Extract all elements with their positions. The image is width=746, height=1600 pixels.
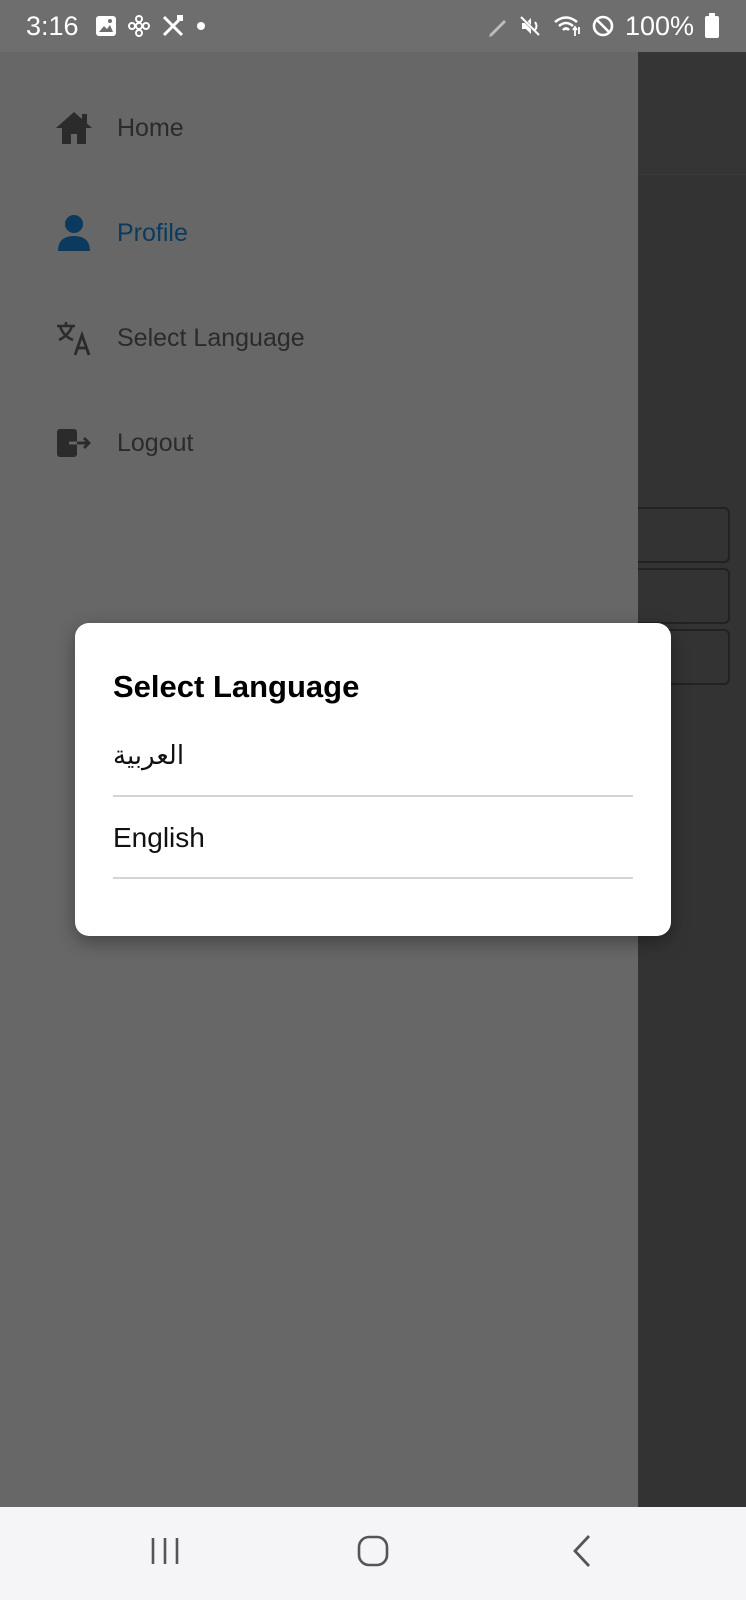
home-nav-icon <box>356 1534 390 1573</box>
home-nav-button[interactable] <box>313 1507 433 1600</box>
tools-icon <box>161 14 185 38</box>
recent-apps-button[interactable] <box>105 1507 225 1600</box>
logout-icon <box>55 424 93 462</box>
drawer-item-select-language[interactable]: Select Language <box>0 298 638 378</box>
gallery-icon <box>95 15 117 37</box>
status-bar: 3:16 100% <box>0 0 746 52</box>
back-button[interactable] <box>523 1507 643 1600</box>
language-option-arabic[interactable]: العربية <box>113 717 633 797</box>
drawer-item-home[interactable]: Home <box>0 88 638 168</box>
dot-icon <box>195 20 207 32</box>
language-dialog: Select Language العربية English <box>75 623 671 936</box>
drawer-item-label: Profile <box>117 218 188 247</box>
status-time: 3:16 <box>26 10 79 41</box>
mute-icon <box>519 14 543 38</box>
person-icon <box>55 214 93 252</box>
system-nav-bar <box>0 1507 746 1600</box>
fan-icon <box>127 14 151 38</box>
drawer-item-label: Select Language <box>117 323 305 352</box>
drawer-item-logout[interactable]: Logout <box>0 403 638 483</box>
background-field <box>626 507 730 563</box>
block-icon <box>591 14 615 38</box>
wifi-icon <box>553 14 581 38</box>
battery-percent: 100% <box>624 10 694 41</box>
status-left: 3:16 <box>26 11 207 42</box>
back-icon <box>571 1534 595 1573</box>
drawer-item-label: Logout <box>117 428 194 457</box>
drawer-item-profile[interactable]: Profile <box>0 193 638 273</box>
language-option-english[interactable]: English <box>113 799 633 879</box>
background-header <box>636 52 746 175</box>
pen-icon <box>487 15 509 37</box>
dialog-title: Select Language <box>113 669 360 704</box>
home-icon <box>55 109 93 147</box>
recent-apps-icon <box>148 1536 182 1571</box>
translate-icon <box>55 319 93 357</box>
drawer-item-label: Home <box>117 113 184 142</box>
background-field <box>626 568 730 624</box>
battery-icon <box>704 13 720 39</box>
status-right: 100% <box>487 11 720 42</box>
